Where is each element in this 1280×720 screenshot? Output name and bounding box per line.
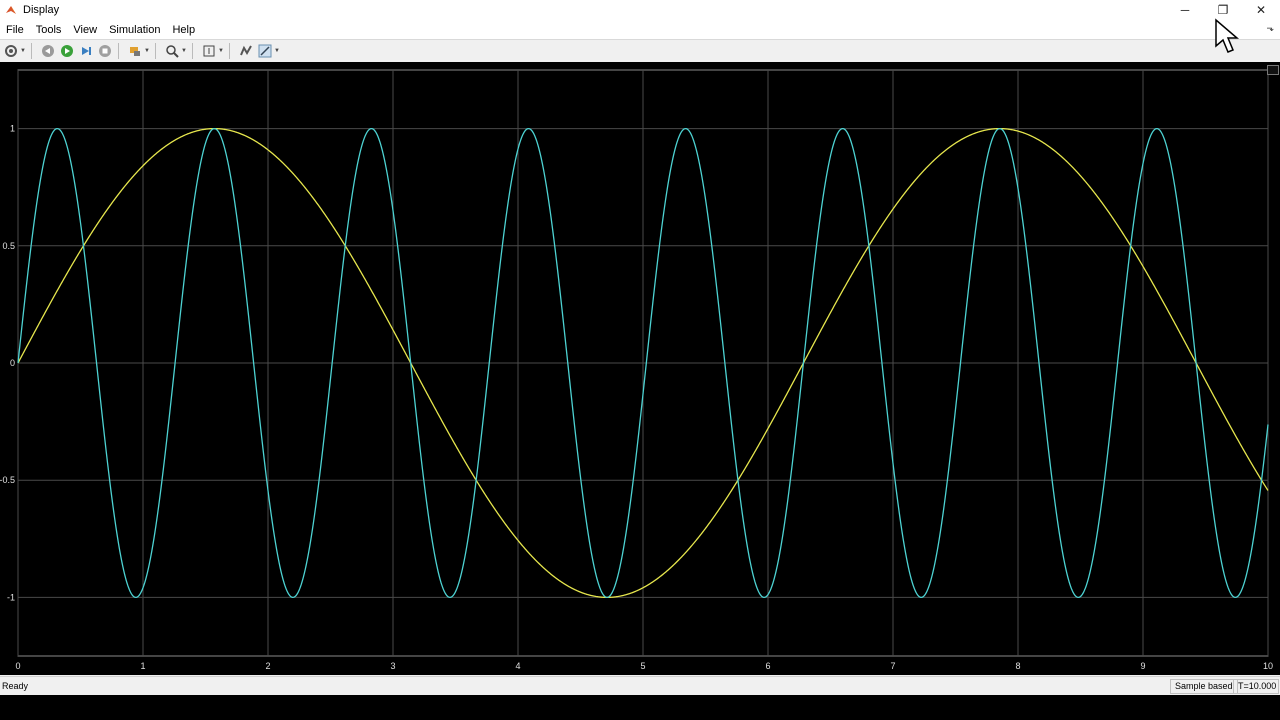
highlight-dropdown-icon[interactable]: ▼ (144, 48, 150, 54)
menu-view[interactable]: View (67, 24, 103, 36)
x-tick-label: 10 (1263, 661, 1273, 671)
y-tick-label: 0.5 (2, 241, 15, 251)
window-title: Display (23, 4, 60, 16)
sim-time: T=10.000 (1233, 679, 1279, 694)
x-tick-label: 5 (640, 661, 645, 671)
menu-tools[interactable]: Tools (30, 24, 68, 36)
y-tick-label: -0.5 (0, 475, 15, 485)
plot-canvas: 0 1 2 3 4 5 6 7 8 9 10 1 0.5 0 -0.5 -1 (0, 69, 1273, 671)
undock-axes-icon[interactable] (1267, 65, 1279, 75)
triggers-icon[interactable] (238, 43, 254, 59)
zoom-icon[interactable] (164, 43, 180, 59)
mouse-cursor-icon (1215, 18, 1240, 53)
step-back-icon[interactable] (40, 43, 56, 59)
y-tick-label: 1 (10, 124, 15, 134)
toolbar: ▼ ▼ ▼ ▼ ▼ (0, 39, 1280, 63)
measurements-dropdown-icon[interactable]: ▼ (274, 48, 280, 54)
minimize-button[interactable]: ─ (1166, 0, 1204, 20)
run-icon[interactable] (59, 43, 75, 59)
step-forward-icon[interactable] (78, 43, 94, 59)
x-tick-label: 7 (890, 661, 895, 671)
screen-border (0, 695, 1280, 720)
settings-icon[interactable] (3, 43, 19, 59)
sample-mode: Sample based (1170, 679, 1238, 694)
status-text: Ready (2, 681, 29, 691)
menu-file[interactable]: File (0, 24, 30, 36)
settings-dropdown-icon[interactable]: ▼ (20, 48, 26, 54)
title-bar: Display ─ ❐ ✕ (0, 0, 1280, 20)
stop-icon[interactable] (97, 43, 113, 59)
x-tick-label: 0 (15, 661, 20, 671)
y-tick-label: 0 (10, 358, 15, 368)
x-tick-label: 1 (140, 661, 145, 671)
x-tick-label: 4 (515, 661, 520, 671)
toolbar-separator (155, 43, 156, 59)
y-tick-label: -1 (7, 592, 15, 602)
scale-dropdown-icon[interactable]: ▼ (218, 48, 224, 54)
x-tick-label: 3 (390, 661, 395, 671)
x-tick-label: 2 (265, 661, 270, 671)
status-bar: Ready Sample based T=10.000 (0, 676, 1280, 696)
close-button[interactable]: ✕ (1242, 0, 1280, 20)
scale-axes-icon[interactable] (201, 43, 217, 59)
x-tick-label: 6 (765, 661, 770, 671)
scope-window: Display ─ ❐ ✕ File Tools View Simulation… (0, 0, 1280, 696)
dock-arrow-icon[interactable]: ⬎ (1266, 23, 1274, 34)
highlight-icon[interactable] (127, 43, 143, 59)
menu-simulation[interactable]: Simulation (103, 24, 166, 36)
toolbar-separator (229, 43, 230, 59)
restore-button[interactable]: ❐ (1204, 0, 1242, 20)
toolbar-separator (118, 43, 119, 59)
toolbar-separator (192, 43, 193, 59)
x-tick-label: 9 (1140, 661, 1145, 671)
menu-bar: File Tools View Simulation Help ⬎ (0, 20, 1280, 39)
menu-help[interactable]: Help (166, 24, 201, 36)
scope-plot[interactable]: 0 1 2 3 4 5 6 7 8 9 10 1 0.5 0 -0.5 -1 (0, 62, 1280, 675)
matlab-logo-icon (6, 6, 16, 14)
x-tick-label: 8 (1015, 661, 1020, 671)
measurements-icon[interactable] (257, 43, 273, 59)
toolbar-separator (31, 43, 32, 59)
zoom-dropdown-icon[interactable]: ▼ (181, 48, 187, 54)
